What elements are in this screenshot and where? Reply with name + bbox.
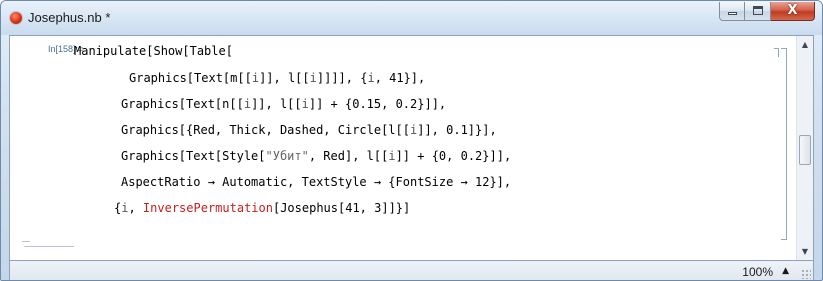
status-bar: 100% ▲ <box>9 261 814 280</box>
code-token: ]], l[[ <box>259 71 310 85</box>
code-line[interactable]: Graphics[Text[n[[i]], l[[i]] + {0.15, 0.… <box>121 97 446 111</box>
minimize-icon <box>728 12 737 15</box>
code-token: ]]]], { <box>316 71 368 85</box>
maximize-button[interactable] <box>745 2 771 21</box>
title-bar[interactable]: Josephus.nb * X <box>1 1 822 35</box>
code-line[interactable]: Graphics[Text[m[[i]], l[[i]]]], {i, 41}]… <box>129 71 425 85</box>
resize-grip-icon[interactable] <box>801 269 811 279</box>
code-token: ]], 0.1]}], <box>417 123 497 137</box>
scroll-down-icon[interactable]: ▼ <box>797 243 813 260</box>
scroll-thumb[interactable] <box>799 135 811 165</box>
cell-bracket-tick <box>774 48 779 57</box>
cell-insertion-marker <box>22 241 30 242</box>
code-token-highlighted: InversePermutation <box>142 201 273 215</box>
minimize-button[interactable] <box>719 2 745 21</box>
code-token: i <box>367 71 375 85</box>
close-icon: X <box>787 3 798 18</box>
cell-bracket[interactable] <box>781 48 787 240</box>
code-token: i <box>251 71 260 85</box>
zoom-level[interactable]: 100% <box>742 265 773 279</box>
code-token: i <box>388 149 396 163</box>
maximize-icon <box>753 6 763 15</box>
code-line[interactable]: {i, InversePermutation[Josephus[41, 3]]}… <box>114 201 410 215</box>
code-line[interactable]: AspectRatio → Automatic, TextStyle → {Fo… <box>121 175 511 189</box>
code-token: ]] + {0, 0.2}]], <box>395 149 512 163</box>
cell-insertion-line[interactable] <box>24 246 74 247</box>
mathematica-notebook-icon <box>10 12 22 24</box>
scroll-up-icon[interactable]: ▲ <box>797 36 813 53</box>
code-token: Manipulate[Show[Table[ <box>74 44 233 58</box>
code-token: , <box>128 201 143 215</box>
window-title: Josephus.nb * <box>28 10 111 25</box>
vertical-scrollbar[interactable]: ▲ ▼ <box>796 36 813 260</box>
notebook-window: Josephus.nb * X In[158]:= Manipulate[Sho… <box>0 0 823 281</box>
code-token: AspectRatio → Automatic, TextStyle → {Fo… <box>121 175 512 189</box>
code-token: Graphics[Text[Style[ <box>121 149 266 163</box>
code-token: i <box>301 97 309 111</box>
code-token: ]], l[[ <box>251 97 302 111</box>
close-button[interactable]: X <box>771 2 815 21</box>
code-line[interactable]: Graphics[{Red, Thick, Dashed, Circle[l[[… <box>121 123 497 137</box>
notebook-content[interactable]: In[158]:= Manipulate[Show[Table[Graphics… <box>9 35 814 261</box>
code-token: i <box>309 71 317 85</box>
code-token: , Red], l[[ <box>308 149 389 163</box>
code-token: Graphics[{Red, Thick, Dashed, Circle[l[[ <box>121 123 410 137</box>
code-token: "Убит" <box>265 149 309 163</box>
code-token: [Josephus[41, 3]]}] <box>272 201 411 215</box>
code-token: Graphics[Text[m[[ <box>129 71 252 85</box>
input-cell[interactable]: In[158]:= Manipulate[Show[Table[Graphics… <box>10 36 796 260</box>
caption-buttons: X <box>719 2 815 22</box>
code-token: i <box>243 97 252 111</box>
code-token: ]] + {0.15, 0.2}]], <box>308 97 447 111</box>
zoom-menu-icon[interactable]: ▲ <box>782 264 789 278</box>
code-token: Graphics[Text[n[[ <box>121 97 244 111</box>
code-line[interactable]: Graphics[Text[Style["Убит", Red], l[[i]]… <box>121 149 511 163</box>
code-line[interactable]: Manipulate[Show[Table[ <box>74 44 233 58</box>
code-token: , 41}], <box>374 71 426 85</box>
